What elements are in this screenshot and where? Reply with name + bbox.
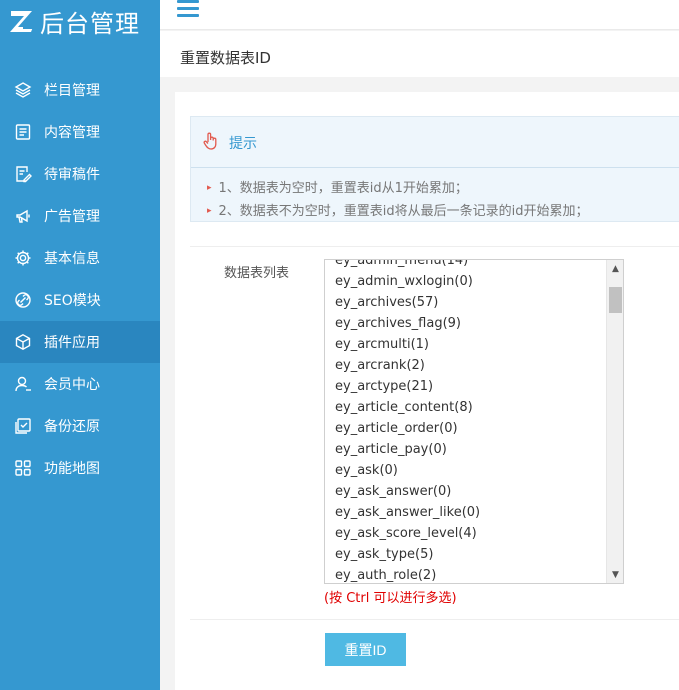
- grid-icon: [14, 459, 32, 477]
- sidebar-item-label: 栏目管理: [44, 83, 100, 99]
- table-option[interactable]: ey_ask_answer(0): [325, 481, 607, 502]
- logo[interactable]: 后台管理: [0, 0, 160, 42]
- tip-title: 提示: [229, 136, 257, 152]
- backup-icon: [14, 417, 32, 435]
- sidebar-item-plugins[interactable]: 插件应用: [0, 321, 160, 363]
- sidebar-item-seo[interactable]: SEO模块: [0, 279, 160, 321]
- tip-box: 提示 ▸ 1、数据表为空时，重置表id从1开始累加； ▸ 2、数据表不为空时，重…: [190, 116, 679, 222]
- sidebar-item-label: 备份还原: [44, 419, 100, 435]
- table-option[interactable]: ey_ask_answer_like(0): [325, 502, 607, 523]
- list-scrollbar[interactable]: ▲ ▼: [606, 260, 623, 583]
- table-option[interactable]: ey_admin_menu(14): [325, 260, 607, 271]
- table-list-label: 数据表列表: [224, 266, 290, 281]
- document-list-icon: [14, 123, 32, 141]
- reset-id-button[interactable]: 重置ID: [325, 633, 406, 666]
- table-option[interactable]: ey_arcmulti(1): [325, 334, 607, 355]
- sidebar-item-label: 内容管理: [44, 125, 100, 141]
- sidebar-menu: 栏目管理 内容管理 待审稿件 广告管理 基本信息 SEO模块 插件应用 会员中心…: [0, 69, 160, 489]
- table-option[interactable]: ey_article_pay(0): [325, 439, 607, 460]
- pointer-hand-icon: [201, 131, 221, 155]
- logo-mark-icon: [8, 7, 36, 35]
- tip-list: ▸ 1、数据表为空时，重置表id从1开始累加； ▸ 2、数据表不为空时，重置表i…: [207, 177, 589, 223]
- sidebar-item-pending[interactable]: 待审稿件: [0, 153, 160, 195]
- tip-text: 2、数据表不为空时，重置表id将从最后一条记录的id开始累加；: [218, 204, 589, 219]
- table-option[interactable]: ey_ask_type(5): [325, 544, 607, 565]
- page-header: 重置数据表ID: [160, 31, 679, 77]
- tip-item: ▸ 2、数据表不为空时，重置表id将从最后一条记录的id开始累加；: [207, 200, 589, 223]
- tip-text: 1、数据表为空时，重置表id从1开始累加；: [218, 181, 468, 196]
- link-icon: [14, 291, 32, 309]
- table-option[interactable]: ey_archives_flag(9): [325, 313, 607, 334]
- sidebar-item-label: SEO模块: [44, 293, 101, 309]
- table-option[interactable]: ey_arctype(21): [325, 376, 607, 397]
- sidebar-item-label: 基本信息: [44, 251, 100, 267]
- sidebar-item-label: 待审稿件: [44, 167, 100, 183]
- sidebar-item-label: 会员中心: [44, 377, 100, 393]
- table-option[interactable]: ey_arcrank(2): [325, 355, 607, 376]
- top-bar: [160, 0, 679, 30]
- table-option[interactable]: ey_archives(57): [325, 292, 607, 313]
- megaphone-icon: [14, 207, 32, 225]
- menu-toggle-icon[interactable]: [177, 0, 199, 18]
- layers-icon: [14, 81, 32, 99]
- page-title: 重置数据表ID: [180, 49, 271, 67]
- table-option[interactable]: ey_auth_role(2): [325, 565, 607, 583]
- table-option[interactable]: ey_ask_score_level(4): [325, 523, 607, 544]
- bullet-icon: ▸: [207, 183, 212, 193]
- sidebar-item-label: 功能地图: [44, 461, 100, 477]
- sidebar-item-feature-map[interactable]: 功能地图: [0, 447, 160, 489]
- content-panel: 提示 ▸ 1、数据表为空时，重置表id从1开始累加； ▸ 2、数据表不为空时，重…: [175, 92, 679, 690]
- sidebar-item-members[interactable]: 会员中心: [0, 363, 160, 405]
- table-option[interactable]: ey_article_content(8): [325, 397, 607, 418]
- cube-icon: [14, 333, 32, 351]
- chevron-up-icon[interactable]: ▲: [607, 260, 623, 277]
- tip-divider: [191, 167, 679, 168]
- multi-select-hint: (按 Ctrl 可以进行多选): [324, 591, 457, 606]
- table-list-select[interactable]: ey_admin_menu(14) ey_admin_wxlogin(0) ey…: [324, 259, 624, 584]
- table-option[interactable]: ey_admin_wxlogin(0): [325, 271, 607, 292]
- tip-header: 提示: [201, 131, 257, 155]
- sidebar-item-label: 插件应用: [44, 335, 100, 351]
- table-option[interactable]: ey_ask(0): [325, 460, 607, 481]
- gear-icon: [14, 249, 32, 267]
- sidebar: 后台管理 栏目管理 内容管理 待审稿件 广告管理 基本信息 SEO模块 插件应用…: [0, 0, 160, 690]
- chevron-down-icon[interactable]: ▼: [607, 566, 623, 583]
- user-icon: [14, 375, 32, 393]
- divider: [190, 246, 679, 247]
- sidebar-item-backup[interactable]: 备份还原: [0, 405, 160, 447]
- sidebar-item-label: 广告管理: [44, 209, 100, 225]
- sidebar-item-column[interactable]: 栏目管理: [0, 69, 160, 111]
- logo-text: 后台管理: [40, 9, 140, 38]
- sidebar-item-content[interactable]: 内容管理: [0, 111, 160, 153]
- edit-document-icon: [14, 165, 32, 183]
- tip-item: ▸ 1、数据表为空时，重置表id从1开始累加；: [207, 177, 589, 200]
- bullet-icon: ▸: [207, 206, 212, 216]
- sidebar-item-basic-info[interactable]: 基本信息: [0, 237, 160, 279]
- sidebar-item-ads[interactable]: 广告管理: [0, 195, 160, 237]
- table-list-options: ey_admin_menu(14) ey_admin_wxlogin(0) ey…: [325, 260, 607, 583]
- table-option[interactable]: ey_article_order(0): [325, 418, 607, 439]
- divider: [190, 619, 679, 620]
- scroll-thumb[interactable]: [609, 287, 622, 313]
